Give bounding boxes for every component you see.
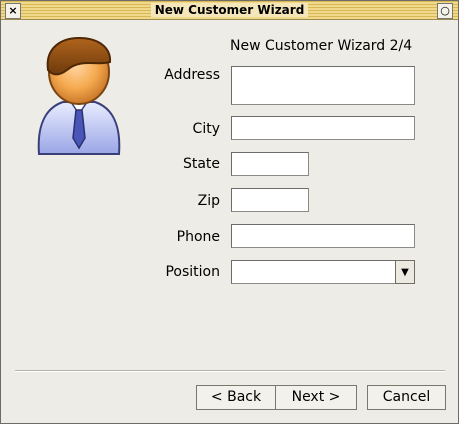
title-bar[interactable]: × New Customer Wizard ○: [1, 1, 458, 20]
next-button[interactable]: Next >: [275, 385, 357, 410]
position-select[interactable]: [231, 260, 396, 284]
position-label: Position: [165, 264, 220, 280]
wizard-window: × New Customer Wizard ○ New Customer Wiz…: [0, 0, 459, 424]
address-label: Address: [164, 67, 220, 83]
city-label: City: [192, 121, 220, 137]
window-title-area: New Customer Wizard: [1, 1, 458, 19]
cancel-button[interactable]: Cancel: [367, 385, 446, 410]
state-field[interactable]: [231, 152, 309, 176]
button-separator: [15, 370, 445, 372]
zip-label: Zip: [197, 193, 220, 209]
position-dropdown-button[interactable]: ▼: [395, 260, 415, 284]
phone-field[interactable]: [231, 224, 415, 248]
window-title: New Customer Wizard: [150, 3, 309, 17]
chevron-down-icon: ▼: [401, 266, 409, 278]
user-avatar-icon: [31, 30, 127, 156]
address-field[interactable]: [231, 66, 415, 105]
maximize-icon: ○: [440, 4, 450, 17]
back-button[interactable]: < Back: [196, 385, 276, 410]
wizard-step-heading: New Customer Wizard 2/4: [230, 38, 413, 54]
phone-label: Phone: [176, 229, 220, 245]
zip-field[interactable]: [231, 188, 309, 212]
state-label: State: [182, 156, 220, 172]
maximize-button[interactable]: ○: [437, 3, 453, 19]
city-field[interactable]: [231, 116, 415, 140]
